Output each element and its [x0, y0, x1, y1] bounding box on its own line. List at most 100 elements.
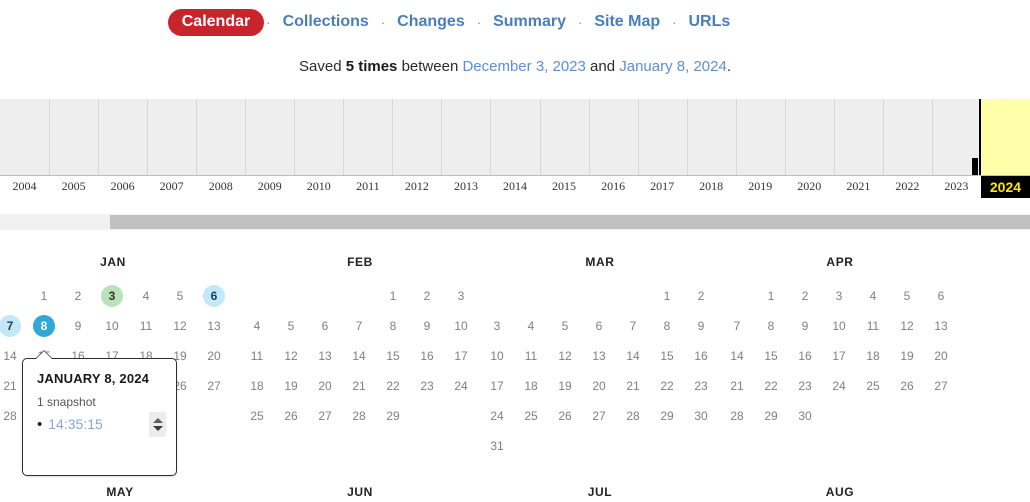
calendar-day-apr-19: 19 [900, 349, 914, 363]
calendar-day-mar-19: 19 [558, 379, 572, 393]
calendar-day-feb-4: 4 [253, 319, 261, 333]
calendar-day-feb-13: 13 [318, 349, 332, 363]
timeline-year-label-2007[interactable]: 2007 [147, 179, 196, 194]
calendar-day-apr-2: 2 [801, 289, 809, 303]
calendar-day-apr-3: 3 [835, 289, 843, 303]
nav-tab-site-map[interactable]: Site Map [584, 13, 670, 31]
timeline-gridline [392, 99, 393, 175]
timeline-gridline [736, 99, 737, 175]
bullet-icon: • [37, 415, 43, 433]
timeline-year-label-2022[interactable]: 2022 [883, 179, 932, 194]
timeline-year-label-2020[interactable]: 2020 [785, 179, 834, 194]
calendar-day-empty [446, 401, 476, 431]
month-jun-header: JUN [240, 485, 480, 499]
month-may-header: MAY [0, 485, 240, 499]
calendar-day-mar-7: 7 [629, 319, 637, 333]
nav-tab-urls[interactable]: URLs [678, 13, 740, 31]
timeline-year-label-2016[interactable]: 2016 [589, 179, 638, 194]
calendar-day-feb-20: 20 [318, 379, 332, 393]
timeline-year-label-2014[interactable]: 2014 [490, 179, 539, 194]
calendar-day-apr-24: 24 [832, 379, 846, 393]
calendar-week-row: 7 8 9 10 11 12 13 [0, 311, 233, 341]
timeline-year-label-2005[interactable]: 2005 [49, 179, 98, 194]
calendar-day-empty [618, 431, 648, 461]
calendar-day-feb-7: 7 [355, 319, 363, 333]
timeline-year-label-2006[interactable]: 2006 [98, 179, 147, 194]
scrollbar-thumb[interactable] [110, 215, 1030, 229]
timeline-current-year-cell[interactable] [980, 99, 1030, 175]
month-title: JUL [587, 485, 613, 499]
calendar-day-jan-10: 10 [105, 319, 119, 333]
calendar-day-feb-2: 2 [423, 289, 431, 303]
calendar-week-row: 21 22 23 24 25 26 27 [720, 371, 960, 401]
timeline-year-label-2011[interactable]: 2011 [343, 179, 392, 194]
snapshot-marker[interactable]: 3 [101, 285, 123, 307]
chevron-up-icon[interactable] [152, 418, 163, 423]
timeline-year-label-2009[interactable]: 2009 [245, 179, 294, 194]
saved-middle: between [397, 58, 463, 75]
snapshot-spinner-control[interactable] [149, 412, 166, 437]
calendar-day-feb-25: 25 [250, 409, 264, 423]
calendar-day-apr-9: 9 [801, 319, 809, 333]
calendar-day-jan-27: 27 [207, 379, 221, 393]
calendar-day-jan-7[interactable]: 7 [0, 311, 25, 341]
calendar-day-mar-20: 20 [592, 379, 606, 393]
nav-tab-calendar[interactable]: Calendar [167, 8, 265, 36]
calendar-day-mar-15: 15 [660, 349, 674, 363]
calendar-day-feb-27: 27 [318, 409, 332, 423]
snapshot-marker[interactable]: 8 [33, 315, 55, 337]
calendar-day-jan-3[interactable]: 3 [97, 281, 127, 311]
calendar-day-empty [550, 431, 580, 461]
calendar-day-feb-17: 17 [454, 349, 468, 363]
timeline-year-label-2024[interactable]: 2024 [980, 176, 1030, 198]
timeline-year-label-2010[interactable]: 2010 [294, 179, 343, 194]
calendar-day-empty [516, 431, 546, 461]
snapshot-time-link[interactable]: 14:35:15 [48, 416, 103, 432]
timeline-year-label-2019[interactable]: 2019 [736, 179, 785, 194]
snapshot-marker[interactable]: 6 [203, 285, 225, 307]
timeline-year-label-2021[interactable]: 2021 [834, 179, 883, 194]
timeline-gridline [932, 99, 933, 175]
timeline-year-label-2023[interactable]: 2023 [932, 179, 981, 194]
calendar-day-mar-8: 8 [663, 319, 671, 333]
snapshot-marker[interactable]: 7 [0, 315, 21, 337]
calendar-week-row: 11 12 13 14 15 16 17 [240, 341, 480, 371]
calendar-week-row: 3 4 5 6 7 8 9 [480, 311, 720, 341]
start-date-link[interactable]: December 3, 2023 [462, 58, 585, 75]
horizontal-scrollbar[interactable] [0, 214, 1030, 230]
timeline-year-label-2013[interactable]: 2013 [441, 179, 490, 194]
calendar-day-apr-4: 4 [869, 289, 877, 303]
timeline-year-labels: 2004 2005 2006 2007 2008 2009 2010 2011 2012 2013… [0, 176, 1030, 203]
calendar-day-mar-6: 6 [595, 319, 603, 333]
timeline-year-label-2017[interactable]: 2017 [638, 179, 687, 194]
calendar-day-empty [199, 401, 229, 431]
calendar-day-mar-28: 28 [626, 409, 640, 423]
timeline-bar-2023[interactable] [971, 158, 978, 175]
nav-tab-collections[interactable]: Collections [273, 13, 379, 31]
month-jul-header: JUL [480, 485, 720, 499]
month-aug-header: AUG [720, 485, 960, 499]
timeline-year-label-2015[interactable]: 2015 [540, 179, 589, 194]
tooltip-snapshot-count: 1 snapshot [37, 395, 96, 409]
timeline-graph[interactable] [0, 99, 1030, 176]
timeline-year-label-2012[interactable]: 2012 [392, 179, 441, 194]
timeline-current-year-divider [978, 99, 981, 175]
timeline-gridline [540, 99, 541, 175]
timeline-year-label-2004[interactable]: 2004 [0, 179, 49, 194]
calendar-day-empty [0, 281, 25, 311]
calendar-day-feb-26: 26 [284, 409, 298, 423]
calendar-day-jan-6[interactable]: 6 [199, 281, 229, 311]
month-title: JAN [100, 255, 126, 269]
calendar-day-mar-14: 14 [626, 349, 640, 363]
calendar-week-row: 10 11 12 13 14 15 16 [480, 341, 720, 371]
nav-tab-summary[interactable]: Summary [483, 13, 576, 31]
chevron-down-icon[interactable] [152, 426, 163, 431]
calendar-day-empty [892, 401, 922, 431]
timeline-year-label-2018[interactable]: 2018 [687, 179, 736, 194]
end-date-link[interactable]: January 8, 2024 [619, 58, 727, 75]
calendar-day-jan-13: 13 [207, 319, 221, 333]
nav-tab-changes[interactable]: Changes [387, 13, 475, 31]
month-title: MAR [585, 255, 615, 269]
timeline-year-label-2008[interactable]: 2008 [196, 179, 245, 194]
calendar-day-jan-8[interactable]: 8 [29, 311, 59, 341]
